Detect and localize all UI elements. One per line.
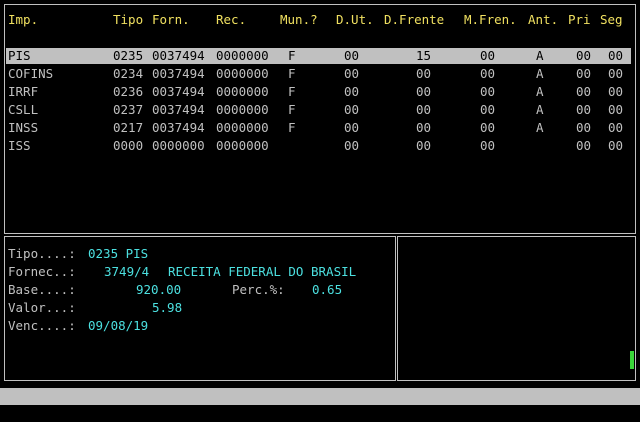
status-bar: <ENTER>Altera [0,388,640,421]
cell-dfrente: 00 [416,102,432,117]
cell-imp: PIS [8,48,31,63]
cell-seg: 00 [608,120,624,135]
cell-pri: 00 [576,138,592,153]
cell-pri: 00 [576,84,592,99]
cell-rec: 0000000 [216,138,269,153]
col-mun: Mun.? [280,12,318,27]
cell-dfrente: 15 [416,48,432,63]
cell-seg: 00 [608,102,624,117]
cell-dut: 00 [344,84,360,99]
venc-label: Venc....: [8,318,76,333]
tipo-label: Tipo....: [8,246,76,261]
cell-tipo: 0217 [113,120,144,135]
valor-label: Valor...: [8,300,76,315]
cell-mfren: 00 [480,120,496,135]
base-label: Base....: [8,282,76,297]
cell-mun: F [288,102,296,117]
side-panel [397,236,636,381]
col-forn: Forn. [152,12,190,27]
fornec-code: 3749/4 [104,264,150,279]
cell-imp: COFINS [8,66,54,81]
cell-mfren: 00 [480,66,496,81]
cell-ant: A [536,48,544,63]
col-pri: Pri [568,12,591,27]
cell-forn: 0037494 [152,84,205,99]
cell-rec: 0000000 [216,102,269,117]
cell-forn: 0037494 [152,48,205,63]
cell-mun: F [288,48,296,63]
cell-dut: 00 [344,48,360,63]
col-rec: Rec. [216,12,247,27]
cell-tipo: 0236 [113,84,144,99]
cell-tipo: 0237 [113,102,144,117]
base-value: 920.00 [136,282,182,297]
cell-seg: 00 [608,138,624,153]
cell-dfrente: 00 [416,66,432,81]
col-dfrente: D.Frente [384,12,445,27]
cell-seg: 00 [608,66,624,81]
venc-value: 09/08/19 [88,318,149,333]
cell-ant: A [536,120,544,135]
col-mfren: M.Fren. [464,12,517,27]
cell-rec: 0000000 [216,66,269,81]
cell-ant: A [536,66,544,81]
fornec-name: RECEITA FEDERAL DO BRASIL [168,264,357,279]
cell-dut: 00 [344,66,360,81]
enter-hint: <ENTER>Altera [16,406,114,421]
cell-imp: INSS [8,120,39,135]
cell-dut: 00 [344,138,360,153]
cell-mfren: 00 [480,138,496,153]
cell-pri: 00 [576,66,592,81]
cell-forn: 0037494 [152,66,205,81]
cell-forn: 0037494 [152,120,205,135]
cell-tipo: 0000 [113,138,144,153]
tax-list-panel [4,4,636,234]
col-imp: Imp. [8,12,39,27]
cell-mfren: 00 [480,102,496,117]
cell-seg: 00 [608,48,624,63]
cell-rec: 0000000 [216,48,269,63]
cell-forn: 0037494 [152,102,205,117]
cell-mun: F [288,120,296,135]
cell-pri: 00 [576,48,592,63]
cell-seg: 00 [608,84,624,99]
col-seg: Seg [600,12,623,27]
cell-dfrente: 00 [416,120,432,135]
cell-ant: A [536,84,544,99]
perc-label: Perc.%: [232,282,285,297]
valor-value: 5.98 [152,300,183,315]
cell-mfren: 00 [480,84,496,99]
cell-tipo: 0235 [113,48,144,63]
cell-forn: 0000000 [152,138,205,153]
tipo-value: 0235 PIS [88,246,149,261]
cell-ant: A [536,102,544,117]
cell-mun: F [288,84,296,99]
cell-dut: 00 [344,120,360,135]
cell-pri: 00 [576,102,592,117]
col-ant: Ant. [528,12,559,27]
cell-tipo: 0234 [113,66,144,81]
cell-imp: ISS [8,138,31,153]
cell-mfren: 00 [480,48,496,63]
cell-pri: 00 [576,120,592,135]
cell-rec: 0000000 [216,120,269,135]
cell-imp: IRRF [8,84,39,99]
cell-imp: CSLL [8,102,39,117]
scrollbar-thumb[interactable] [630,351,634,369]
cell-dut: 00 [344,102,360,117]
fornec-label: Fornec..: [8,264,76,279]
col-tipo: Tipo [113,12,144,27]
col-dut: D.Ut. [336,12,374,27]
cell-dfrente: 00 [416,138,432,153]
cell-dfrente: 00 [416,84,432,99]
cell-rec: 0000000 [216,84,269,99]
cell-mun: F [288,66,296,81]
perc-value: 0.65 [312,282,343,297]
